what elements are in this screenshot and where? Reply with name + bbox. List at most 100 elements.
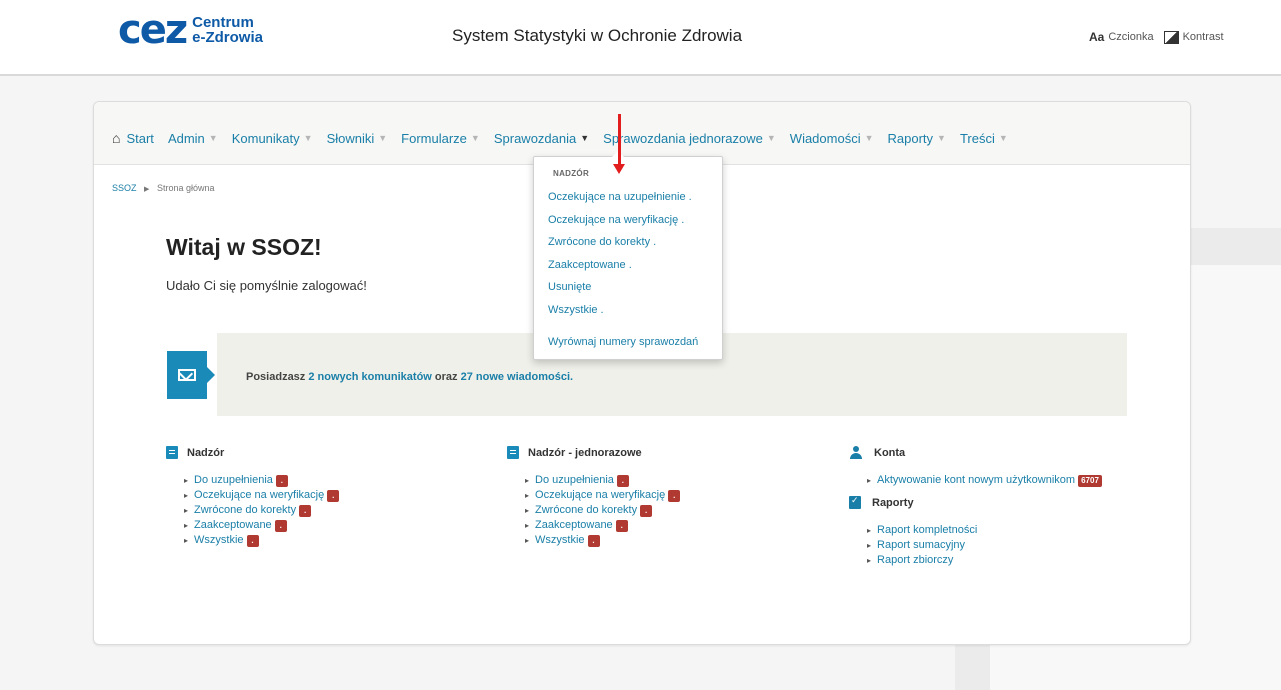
logo-line2: e-Zdrowia	[192, 29, 263, 46]
nav-tresci[interactable]: Treści ▼	[960, 131, 1008, 146]
link-zaakceptowane[interactable]: Zaakceptowane	[194, 518, 272, 533]
page-title: Witaj w SSOZ!	[166, 234, 322, 260]
nav-sprawozdania-label: Sprawozdania	[493, 130, 577, 146]
link-zaakceptowane[interactable]: Zaakceptowane	[535, 518, 613, 533]
nav-raporty[interactable]: Raporty ▼	[888, 131, 946, 146]
list-item: Oczekujące na weryfikację.	[184, 488, 340, 503]
login-success-message: Udało Ci się pomyślnie zalogować!	[166, 278, 367, 293]
column-title-text: Raporty	[872, 496, 914, 509]
column-title: Nadzór	[166, 446, 339, 459]
link-raport-kompletnosci[interactable]: Raport kompletności	[877, 523, 977, 538]
document-icon	[166, 446, 178, 459]
nav-komunikaty[interactable]: Komunikaty ▼	[232, 131, 313, 146]
messages-icon-box	[167, 351, 215, 399]
breadcrumb-separator-icon: ▶	[144, 186, 150, 193]
link-aktywowanie-kont[interactable]: Aktywowanie kont nowym użytkownikom	[877, 473, 1075, 488]
menu-item-zaakceptowane[interactable]: Zaakceptowane .	[548, 254, 692, 277]
link-raport-zbiorczy[interactable]: Raport zbiorczy	[877, 553, 953, 568]
column-title-text: Nadzór - jednorazowe	[528, 446, 642, 459]
menu-item-usuniete[interactable]: Usunięte	[548, 276, 692, 299]
clipboard-check-icon	[849, 495, 861, 509]
logo-mark: cez	[118, 7, 188, 53]
link-oczekujace-na-weryfikacje[interactable]: Oczekujące na weryfikację	[194, 488, 324, 503]
link-oczekujace-na-weryfikacje[interactable]: Oczekujące na weryfikację	[535, 488, 665, 503]
list-item: Do uzupełnienia.	[184, 473, 339, 488]
nav-wiadomosci-label: Wiadomości	[789, 130, 861, 146]
nav-admin-label: Admin	[167, 130, 205, 146]
contrast-link[interactable]: Kontrast	[1183, 31, 1224, 43]
site-header: cez Centrum e-Zdrowia System Statystyki …	[0, 0, 1281, 76]
menu-item-oczekujace-na-weryfikacje[interactable]: Oczekujące na weryfikację .	[548, 209, 692, 232]
menu-item-zwrocone-do-korekty[interactable]: Zwrócone do korekty .	[548, 231, 692, 254]
font-size-icon[interactable]: Aa	[1089, 30, 1104, 44]
chevron-down-icon: ▼	[580, 133, 590, 143]
column-title-text: Nadzór	[187, 446, 225, 459]
count-badge: 6707	[1078, 474, 1102, 487]
chevron-down-icon: ▼	[998, 133, 1008, 143]
contrast-icon[interactable]	[1163, 30, 1179, 44]
nav-wiadomosci[interactable]: Wiadomości ▼	[790, 131, 874, 146]
menu-item-wyrownaj-numery[interactable]: Wyrównaj numery sprawozdań	[548, 336, 698, 348]
list-item: Zaakceptowane.	[184, 518, 339, 533]
dropdown-items: Oczekujące na uzupełnienie . Oczekujące …	[548, 186, 692, 321]
new-messages-link[interactable]: 27 nowe wiadomości.	[461, 371, 573, 383]
new-messages-link-suffix: .	[570, 371, 574, 383]
chevron-down-icon: ▼	[378, 133, 388, 143]
list-item: Zaakceptowane.	[525, 518, 680, 533]
nav-formularze[interactable]: Formularze ▼	[401, 131, 480, 146]
font-size-link[interactable]: Czcionka	[1108, 31, 1153, 43]
list-item: Wszystkie.	[184, 533, 339, 548]
column-konta-raporty: Konta Aktywowanie kont nowym użytkowniko…	[849, 446, 1102, 568]
column-nadzor-jednorazowe: Nadzór - jednorazowe Do uzupełnienia. Oc…	[507, 446, 681, 548]
link-raport-sumacyjny[interactable]: Raport sumacyjny	[877, 538, 965, 553]
link-zwrocone-do-korekty[interactable]: Zwrócone do korekty	[194, 503, 296, 518]
column-title: Raporty	[849, 495, 1102, 509]
nav-slowniki[interactable]: Słowniki ▼	[327, 131, 388, 146]
count-badge: .	[275, 474, 288, 487]
link-zwrocone-do-korekty[interactable]: Zwrócone do korekty	[535, 503, 637, 518]
nav-admin[interactable]: Admin ▼	[168, 131, 218, 146]
accessibility-controls: Aa Czcionka Kontrast	[1089, 30, 1224, 44]
count-badge: .	[615, 519, 628, 532]
logo-mark-text: cez	[118, 7, 188, 53]
chevron-down-icon: ▼	[937, 133, 946, 143]
nav-start[interactable]: ⌂ Start	[112, 130, 154, 146]
list-item: Zwrócone do korekty.	[525, 503, 680, 518]
count-badge: .	[274, 519, 287, 532]
nav-tresci-label: Treści	[959, 130, 995, 146]
menu-item-oczekujace-na-uzupelnienie[interactable]: Oczekujące na uzupełnienie .	[548, 186, 692, 209]
notice-prefix: Posiadzasz	[246, 371, 306, 383]
new-messages-link-text: 27 nowe wiadomości	[460, 371, 571, 383]
nadzor-jednorazowe-links: Do uzupełnienia. Oczekujące na weryfikac…	[507, 473, 681, 548]
link-wszystkie[interactable]: Wszystkie	[535, 533, 585, 548]
messages-notice-text: Posiadzasz 2 nowych komunikatów oraz 27 …	[246, 371, 573, 383]
konta-links: Aktywowanie kont nowym użytkownikom6707	[849, 473, 1102, 488]
new-announcements-link[interactable]: 2 nowych komunikatów	[308, 371, 431, 383]
breadcrumb: SSOZ ▶ Strona główna	[112, 183, 214, 193]
menu-item-wszystkie[interactable]: Wszystkie .	[548, 299, 692, 322]
chevron-down-icon: ▼	[303, 133, 313, 143]
column-title-text: Konta	[874, 446, 906, 459]
list-item: Do uzupełnienia.	[525, 473, 680, 488]
nav-raporty-label: Raporty	[887, 130, 934, 146]
annotation-arrow-icon	[613, 114, 625, 174]
nav-sprawozdania-jednorazowe[interactable]: Sprawozdania jednorazowe ▼	[603, 131, 776, 146]
document-icon	[507, 446, 519, 459]
nav-komunikaty-label: Komunikaty	[231, 130, 300, 146]
link-do-uzupelnienia[interactable]: Do uzupełnienia	[194, 473, 273, 488]
nav-sprawozdania[interactable]: Sprawozdania ▼	[494, 131, 589, 146]
count-badge: .	[616, 474, 629, 487]
home-icon: ⌂	[112, 130, 121, 146]
link-wszystkie[interactable]: Wszystkie	[194, 533, 244, 548]
list-item: Oczekujące na weryfikację.	[525, 488, 681, 503]
breadcrumb-root[interactable]: SSOZ	[112, 183, 137, 193]
nav-slowniki-label: Słowniki	[326, 130, 375, 146]
cez-logo[interactable]: cez Centrum e-Zdrowia	[118, 10, 263, 50]
nav-sprawozdania-jednorazowe-label: Sprawozdania jednorazowe	[603, 130, 763, 146]
link-do-uzupelnienia[interactable]: Do uzupełnienia	[535, 473, 614, 488]
chevron-down-icon: ▼	[766, 133, 776, 143]
chevron-down-icon: ▼	[864, 133, 874, 143]
user-icon	[849, 446, 863, 459]
site-title: System Statystyki w Ochronie Zdrowia	[452, 26, 743, 45]
nav-start-label: Start	[126, 130, 154, 146]
